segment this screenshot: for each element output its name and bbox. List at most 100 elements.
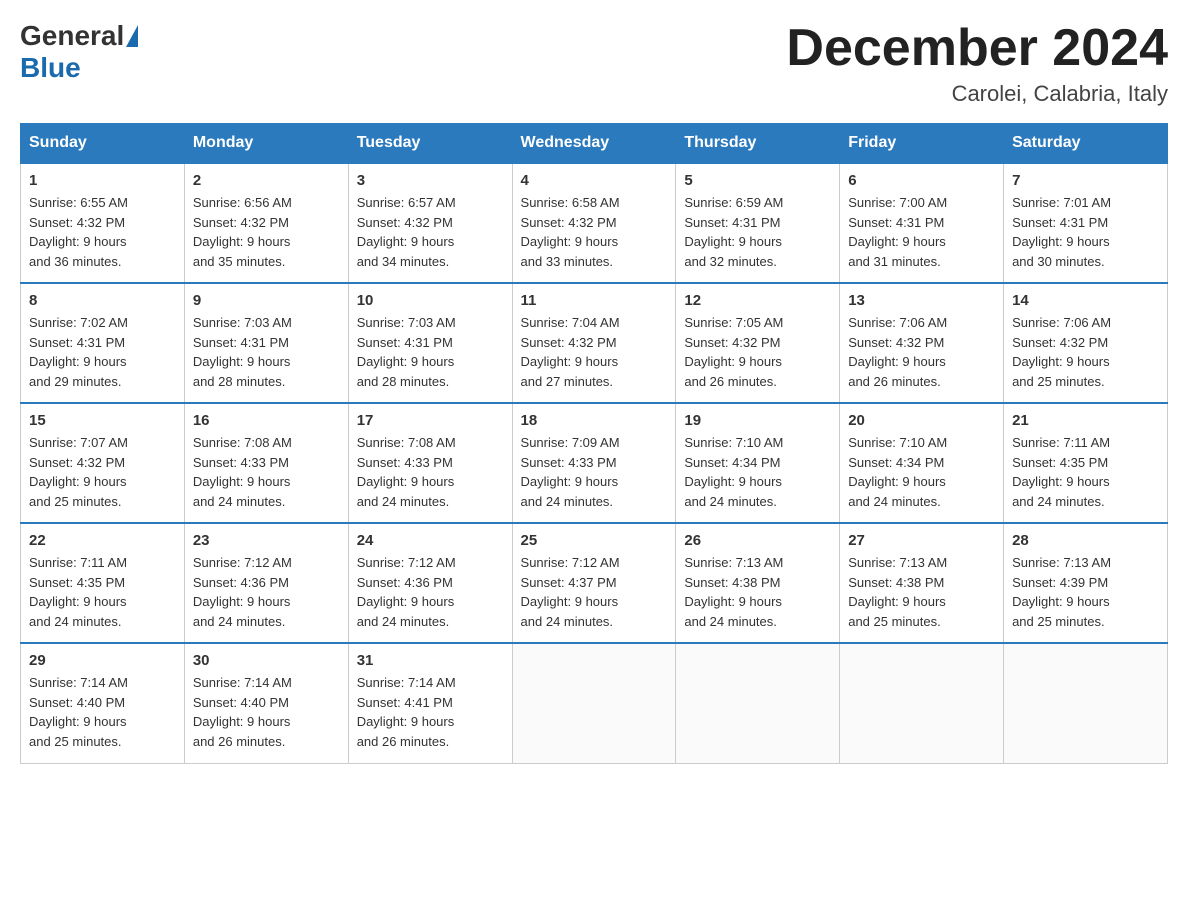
calendar-cell: 5 Sunrise: 6:59 AMSunset: 4:31 PMDaylight… [676, 163, 840, 283]
day-number: 11 [521, 292, 668, 309]
day-number: 18 [521, 412, 668, 429]
calendar-week-row: 1 Sunrise: 6:55 AMSunset: 4:32 PMDaylight… [21, 163, 1168, 283]
day-number: 25 [521, 532, 668, 549]
day-info: Sunrise: 6:55 AMSunset: 4:32 PMDaylight:… [29, 193, 176, 271]
day-number: 13 [848, 292, 995, 309]
day-number: 27 [848, 532, 995, 549]
day-number: 3 [357, 172, 504, 189]
calendar-week-row: 8 Sunrise: 7:02 AMSunset: 4:31 PMDaylight… [21, 283, 1168, 403]
day-number: 24 [357, 532, 504, 549]
day-number: 7 [1012, 172, 1159, 189]
calendar-cell [512, 643, 676, 763]
day-info: Sunrise: 6:56 AMSunset: 4:32 PMDaylight:… [193, 193, 340, 271]
calendar-cell: 9Sunrise: 7:03 AMSunset: 4:31 PMDaylight… [184, 283, 348, 403]
calendar-cell: 26 Sunrise: 7:13 AMSunset: 4:38 PMDayligh… [676, 523, 840, 643]
calendar-cell: 16Sunrise: 7:08 AMSunset: 4:33 PMDayligh… [184, 403, 348, 523]
day-number: 31 [357, 652, 504, 669]
calendar-cell [676, 643, 840, 763]
day-info: Sunrise: 7:07 AMSunset: 4:32 PMDaylight:… [29, 433, 176, 511]
calendar-cell: 6 Sunrise: 7:00 AMSunset: 4:31 PMDaylight… [840, 163, 1004, 283]
col-thursday: Thursday [676, 124, 840, 164]
calendar-cell: 31 Sunrise: 7:14 AMSunset: 4:41 PMDayligh… [348, 643, 512, 763]
calendar-cell: 10Sunrise: 7:03 AMSunset: 4:31 PMDayligh… [348, 283, 512, 403]
calendar-cell: 22Sunrise: 7:11 AMSunset: 4:35 PMDayligh… [21, 523, 185, 643]
logo: General Blue [20, 20, 140, 84]
calendar-cell: 27 Sunrise: 7:13 AMSunset: 4:38 PMDayligh… [840, 523, 1004, 643]
day-number: 19 [684, 412, 831, 429]
day-info: Sunrise: 7:03 AMSunset: 4:31 PMDaylight:… [193, 313, 340, 391]
day-number: 21 [1012, 412, 1159, 429]
calendar-cell: 25 Sunrise: 7:12 AMSunset: 4:37 PMDayligh… [512, 523, 676, 643]
calendar-week-row: 29Sunrise: 7:14 AMSunset: 4:40 PMDayligh… [21, 643, 1168, 763]
day-number: 12 [684, 292, 831, 309]
day-info: Sunrise: 7:14 AMSunset: 4:40 PMDaylight:… [29, 673, 176, 751]
calendar-cell: 18 Sunrise: 7:09 AMSunset: 4:33 PMDayligh… [512, 403, 676, 523]
day-info: Sunrise: 7:04 AMSunset: 4:32 PMDaylight:… [521, 313, 668, 391]
calendar-cell: 30 Sunrise: 7:14 AMSunset: 4:40 PMDayligh… [184, 643, 348, 763]
day-info: Sunrise: 7:14 AMSunset: 4:41 PMDaylight:… [357, 673, 504, 751]
calendar-header: Sunday Monday Tuesday Wednesday Thursday… [21, 124, 1168, 164]
day-info: Sunrise: 7:06 AMSunset: 4:32 PMDaylight:… [1012, 313, 1159, 391]
day-info: Sunrise: 7:12 AMSunset: 4:37 PMDaylight:… [521, 553, 668, 631]
calendar-cell: 17 Sunrise: 7:08 AMSunset: 4:33 PMDayligh… [348, 403, 512, 523]
logo-text: General [20, 20, 140, 52]
day-info: Sunrise: 7:14 AMSunset: 4:40 PMDaylight:… [193, 673, 340, 751]
day-info: Sunrise: 7:13 AMSunset: 4:38 PMDaylight:… [684, 553, 831, 631]
col-tuesday: Tuesday [348, 124, 512, 164]
col-sunday: Sunday [21, 124, 185, 164]
calendar-cell: 1 Sunrise: 6:55 AMSunset: 4:32 PMDaylight… [21, 163, 185, 283]
calendar-cell: 20 Sunrise: 7:10 AMSunset: 4:34 PMDayligh… [840, 403, 1004, 523]
day-info: Sunrise: 7:08 AMSunset: 4:33 PMDaylight:… [193, 433, 340, 511]
col-friday: Friday [840, 124, 1004, 164]
calendar-cell: 14 Sunrise: 7:06 AMSunset: 4:32 PMDayligh… [1004, 283, 1168, 403]
col-saturday: Saturday [1004, 124, 1168, 164]
calendar-title: December 2024 [786, 20, 1168, 77]
day-number: 5 [684, 172, 831, 189]
logo-blue-text: Blue [20, 52, 81, 84]
day-info: Sunrise: 7:10 AMSunset: 4:34 PMDaylight:… [848, 433, 995, 511]
calendar-body: 1 Sunrise: 6:55 AMSunset: 4:32 PMDaylight… [21, 163, 1168, 763]
day-info: Sunrise: 7:02 AMSunset: 4:31 PMDaylight:… [29, 313, 176, 391]
day-number: 20 [848, 412, 995, 429]
calendar-cell [840, 643, 1004, 763]
day-info: Sunrise: 7:05 AMSunset: 4:32 PMDaylight:… [684, 313, 831, 391]
calendar-cell: 23Sunrise: 7:12 AMSunset: 4:36 PMDayligh… [184, 523, 348, 643]
day-number: 2 [193, 172, 340, 189]
calendar-cell: 28 Sunrise: 7:13 AMSunset: 4:39 PMDayligh… [1004, 523, 1168, 643]
day-number: 14 [1012, 292, 1159, 309]
day-info: Sunrise: 7:09 AMSunset: 4:33 PMDaylight:… [521, 433, 668, 511]
day-number: 26 [684, 532, 831, 549]
day-number: 17 [357, 412, 504, 429]
day-number: 1 [29, 172, 176, 189]
day-info: Sunrise: 7:00 AMSunset: 4:31 PMDaylight:… [848, 193, 995, 271]
day-number: 30 [193, 652, 340, 669]
day-info: Sunrise: 6:58 AMSunset: 4:32 PMDaylight:… [521, 193, 668, 271]
calendar-cell: 21 Sunrise: 7:11 AMSunset: 4:35 PMDayligh… [1004, 403, 1168, 523]
calendar-week-row: 15Sunrise: 7:07 AMSunset: 4:32 PMDayligh… [21, 403, 1168, 523]
day-info: Sunrise: 7:12 AMSunset: 4:36 PMDaylight:… [193, 553, 340, 631]
day-number: 22 [29, 532, 176, 549]
day-number: 8 [29, 292, 176, 309]
day-info: Sunrise: 7:13 AMSunset: 4:38 PMDaylight:… [848, 553, 995, 631]
day-info: Sunrise: 7:13 AMSunset: 4:39 PMDaylight:… [1012, 553, 1159, 631]
day-number: 6 [848, 172, 995, 189]
day-number: 28 [1012, 532, 1159, 549]
page-header: General Blue December 2024 Carolei, Cala… [20, 20, 1168, 107]
col-wednesday: Wednesday [512, 124, 676, 164]
calendar-table: Sunday Monday Tuesday Wednesday Thursday… [20, 123, 1168, 764]
calendar-cell: 15Sunrise: 7:07 AMSunset: 4:32 PMDayligh… [21, 403, 185, 523]
day-info: Sunrise: 7:10 AMSunset: 4:34 PMDaylight:… [684, 433, 831, 511]
day-info: Sunrise: 7:11 AMSunset: 4:35 PMDaylight:… [1012, 433, 1159, 511]
title-section: December 2024 Carolei, Calabria, Italy [786, 20, 1168, 107]
calendar-week-row: 22Sunrise: 7:11 AMSunset: 4:35 PMDayligh… [21, 523, 1168, 643]
calendar-subtitle: Carolei, Calabria, Italy [786, 81, 1168, 107]
calendar-cell [1004, 643, 1168, 763]
calendar-cell: 19 Sunrise: 7:10 AMSunset: 4:34 PMDayligh… [676, 403, 840, 523]
day-info: Sunrise: 6:57 AMSunset: 4:32 PMDaylight:… [357, 193, 504, 271]
day-info: Sunrise: 6:59 AMSunset: 4:31 PMDaylight:… [684, 193, 831, 271]
day-number: 10 [357, 292, 504, 309]
day-info: Sunrise: 7:06 AMSunset: 4:32 PMDaylight:… [848, 313, 995, 391]
calendar-cell: 24Sunrise: 7:12 AMSunset: 4:36 PMDayligh… [348, 523, 512, 643]
calendar-cell: 7Sunrise: 7:01 AMSunset: 4:31 PMDaylight… [1004, 163, 1168, 283]
day-info: Sunrise: 7:08 AMSunset: 4:33 PMDaylight:… [357, 433, 504, 511]
